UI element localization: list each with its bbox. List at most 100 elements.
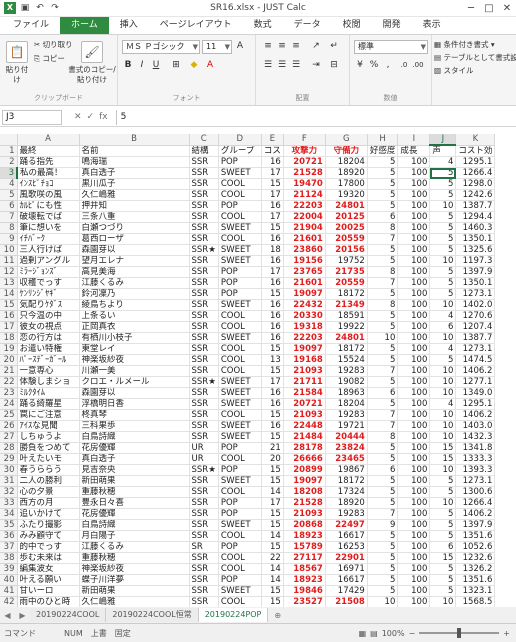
cell[interactable]: 19320 bbox=[325, 189, 368, 201]
cell[interactable]: COOL bbox=[218, 233, 262, 245]
cell[interactable]: 20330 bbox=[283, 310, 326, 322]
cell[interactable]: 8 bbox=[367, 266, 399, 278]
cell[interactable]: 真白透子 bbox=[79, 167, 190, 179]
cell[interactable]: 追いかけて bbox=[17, 508, 80, 520]
cell[interactable]: COOL bbox=[218, 365, 262, 377]
row-header[interactable]: 13 bbox=[0, 277, 18, 289]
cell[interactable]: 15 bbox=[261, 409, 284, 421]
column-header-b[interactable]: B bbox=[79, 134, 190, 146]
cell[interactable]: 5 bbox=[367, 497, 399, 509]
function-icon[interactable]: fx bbox=[99, 112, 108, 122]
cell[interactable]: 100 bbox=[397, 299, 431, 311]
cell[interactable]: 1326.2 bbox=[455, 563, 496, 575]
tab-home[interactable]: ホーム bbox=[60, 17, 109, 34]
cell[interactable]: 8 bbox=[367, 431, 399, 443]
cell[interactable]: 15524 bbox=[325, 354, 368, 366]
row-header[interactable]: 35 bbox=[0, 519, 18, 531]
cell[interactable]: POP bbox=[218, 574, 262, 586]
cell[interactable]: COOL bbox=[218, 189, 262, 201]
cell[interactable]: 18923 bbox=[283, 530, 326, 542]
cell[interactable]: 4 bbox=[429, 156, 457, 168]
cell[interactable]: 19283 bbox=[325, 508, 368, 520]
normal-view-icon[interactable]: ▦ bbox=[359, 629, 367, 638]
cell[interactable]: 攻撃力 bbox=[283, 145, 326, 157]
sheet-prev-icon[interactable]: ◀ bbox=[4, 611, 10, 620]
cell[interactable]: 1460.3 bbox=[455, 222, 496, 234]
cell[interactable]: 100 bbox=[397, 211, 431, 223]
font-size-select[interactable]: 11 ▼ bbox=[202, 40, 232, 54]
cell[interactable]: 1393.3 bbox=[455, 464, 496, 476]
cell[interactable]: 22004 bbox=[283, 211, 326, 223]
align-bottom-icon[interactable]: ≡ bbox=[290, 40, 302, 53]
row-header[interactable]: 27 bbox=[0, 431, 18, 443]
row-header[interactable]: 2 bbox=[0, 156, 18, 168]
cell[interactable]: 100 bbox=[397, 310, 431, 322]
cell[interactable]: 10 bbox=[429, 387, 457, 399]
cell[interactable]: SSR bbox=[189, 233, 219, 245]
cell[interactable]: 17 bbox=[261, 189, 284, 201]
cell[interactable]: 19097 bbox=[283, 343, 326, 355]
cell[interactable]: 18204 bbox=[325, 398, 368, 410]
row-header[interactable]: 14 bbox=[0, 288, 18, 300]
cell[interactable]: 5 bbox=[429, 167, 457, 179]
row-header[interactable]: 11 bbox=[0, 255, 18, 267]
cell[interactable]: 叶える願い bbox=[17, 574, 80, 586]
cell[interactable]: 19846 bbox=[283, 585, 326, 597]
tab-developer[interactable]: 開発 bbox=[372, 17, 412, 34]
cell[interactable]: 筆に想いを bbox=[17, 222, 80, 234]
cell[interactable]: 結構 bbox=[189, 145, 219, 157]
cell[interactable]: 1351.6 bbox=[455, 530, 496, 542]
cell[interactable]: 16617 bbox=[325, 574, 368, 586]
cell[interactable]: みみ顧守て bbox=[17, 530, 80, 542]
cell[interactable]: 5 bbox=[367, 178, 399, 190]
cell[interactable]: 一意専心 bbox=[17, 365, 80, 377]
cell[interactable]: 21508 bbox=[325, 596, 368, 607]
cell[interactable]: SSR bbox=[189, 321, 219, 333]
cell[interactable]: 5 bbox=[367, 167, 399, 179]
cell[interactable]: 5 bbox=[429, 244, 457, 256]
cell[interactable]: SWEET bbox=[218, 431, 262, 443]
cell[interactable]: 久仁嶋雅 bbox=[79, 596, 190, 607]
cell[interactable]: 18923 bbox=[283, 574, 326, 586]
cell[interactable]: 押井知 bbox=[79, 200, 190, 212]
cell[interactable]: SSR bbox=[189, 596, 219, 607]
cell[interactable]: SSR bbox=[189, 563, 219, 575]
cell[interactable]: 100 bbox=[397, 530, 431, 542]
cell[interactable]: 白瀬つづり bbox=[79, 222, 190, 234]
cell[interactable]: 15 bbox=[261, 178, 284, 190]
cell[interactable]: 5 bbox=[429, 178, 457, 190]
tab-data[interactable]: データ bbox=[283, 17, 332, 34]
row-header[interactable]: 30 bbox=[0, 464, 18, 476]
row-header[interactable]: 37 bbox=[0, 541, 18, 553]
cell[interactable]: ｱｲｽな見聞 bbox=[17, 420, 80, 432]
cell[interactable]: 19470 bbox=[283, 178, 326, 190]
cell[interactable]: POP bbox=[218, 200, 262, 212]
tab-formulas[interactable]: 数式 bbox=[243, 17, 283, 34]
cell[interactable]: 1294.4 bbox=[455, 211, 496, 223]
cell[interactable]: 20156 bbox=[325, 244, 368, 256]
cell[interactable]: 5 bbox=[367, 552, 399, 564]
comma-icon[interactable]: , bbox=[382, 59, 394, 72]
cell[interactable]: 三科果歩 bbox=[79, 420, 190, 432]
cell[interactable]: 1350.1 bbox=[455, 233, 496, 245]
cell[interactable]: COOL bbox=[218, 211, 262, 223]
cell[interactable]: COOL bbox=[218, 596, 262, 607]
sheet-tab[interactable]: 20190224COOL恒常 bbox=[106, 608, 199, 622]
cell[interactable]: 鈴河凜乃 bbox=[79, 288, 190, 300]
cell[interactable]: 勝負をつめて bbox=[17, 442, 80, 454]
cell[interactable]: 1387.7 bbox=[455, 200, 496, 212]
cell[interactable]: 23860 bbox=[283, 244, 326, 256]
cell[interactable]: 10 bbox=[429, 200, 457, 212]
cell[interactable]: 1568.5 bbox=[455, 596, 496, 607]
cell[interactable]: SSR bbox=[189, 409, 219, 421]
cell[interactable]: 100 bbox=[397, 398, 431, 410]
cell[interactable]: SSR★ bbox=[189, 376, 219, 388]
cell[interactable]: 22432 bbox=[283, 299, 326, 311]
column-header-g[interactable]: G bbox=[325, 134, 368, 146]
cell[interactable]: 14 bbox=[261, 563, 284, 575]
cell[interactable]: 10 bbox=[429, 596, 457, 607]
cell[interactable]: SWEET bbox=[218, 255, 262, 267]
cell[interactable]: 10 bbox=[429, 332, 457, 344]
cell[interactable]: POP bbox=[218, 277, 262, 289]
cell[interactable]: 21735 bbox=[325, 266, 368, 278]
